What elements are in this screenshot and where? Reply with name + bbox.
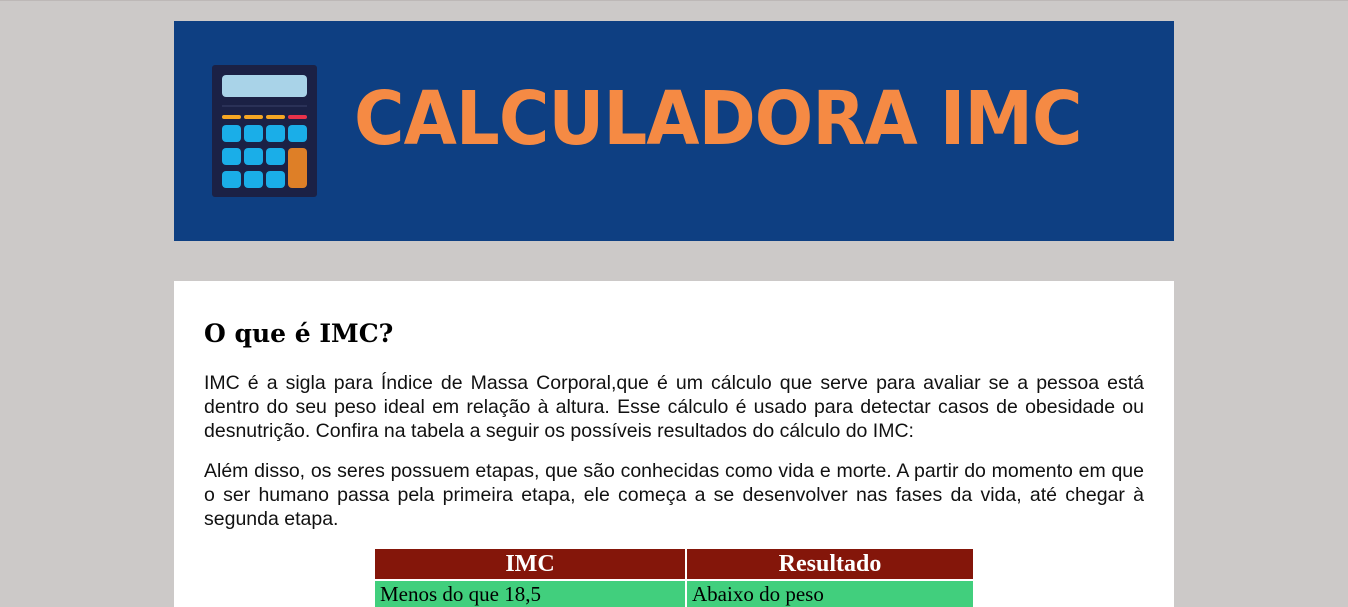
page-title: CALCULADORA IMC [354, 76, 1083, 162]
section-heading: O que é IMC? [204, 319, 394, 348]
table-cell-resultado: Abaixo do peso [686, 579, 973, 607]
calculator-icon [212, 65, 317, 197]
table-cell-imc: Menos do que 18,5 [375, 579, 687, 607]
imc-table: IMC Resultado Menos do que 18,5 Abaixo d… [375, 549, 973, 607]
second-paragraph: Além disso, os seres possuem etapas, que… [204, 460, 1144, 530]
content-panel: O que é IMC? IMC é a sigla para Índice d… [174, 281, 1174, 607]
table-row: Menos do que 18,5 Abaixo do peso [375, 579, 973, 607]
column-header-resultado: Resultado [686, 549, 973, 580]
column-header-imc: IMC [375, 549, 687, 580]
table-header-row: IMC Resultado [375, 549, 973, 580]
header-banner: CALCULADORA IMC [174, 21, 1174, 241]
intro-paragraph: IMC é a sigla para Índice de Massa Corpo… [204, 372, 1144, 442]
